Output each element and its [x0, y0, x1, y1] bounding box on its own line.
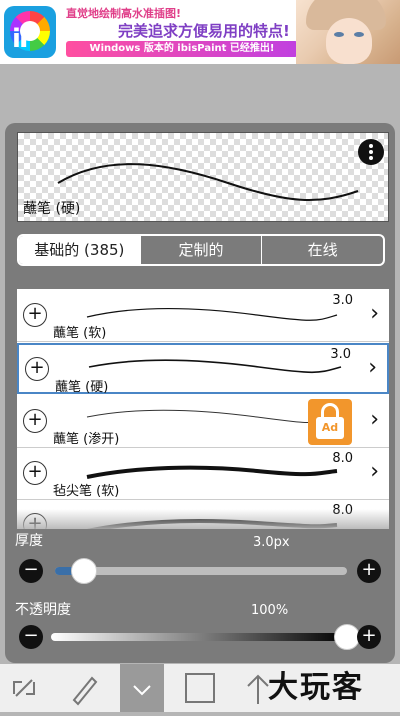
ad-windows-notice: Windows 版本的 ibisPaint 已经推出!: [66, 41, 298, 57]
brush-name: 毡尖笔 (软): [53, 484, 120, 499]
lock-label: Ad: [316, 417, 344, 439]
ad-headline: 直觉地绘制高水准插图!: [66, 7, 182, 20]
opacity-slider-track[interactable]: [51, 633, 347, 641]
thickness-slider-track[interactable]: [55, 567, 347, 575]
ibispaint-logo: iP: [4, 6, 56, 58]
opacity-increase-button[interactable]: +: [357, 625, 381, 649]
chevron-right-icon[interactable]: ›: [370, 461, 379, 483]
add-brush-icon[interactable]: +: [23, 409, 47, 433]
brush-row[interactable]: + 8.0 毡尖笔 (软) ›: [17, 449, 389, 500]
tab-basic[interactable]: 基础的 (385): [19, 236, 140, 264]
brush-size: 3.0: [330, 347, 351, 362]
transform-tool-icon[interactable]: [2, 664, 46, 712]
thickness-increase-button[interactable]: +: [357, 559, 381, 583]
add-brush-icon[interactable]: +: [25, 357, 49, 381]
opacity-decrease-button[interactable]: −: [19, 625, 43, 649]
thickness-label: 厚度: [15, 533, 43, 549]
watermark: 大玩客: [268, 670, 364, 705]
ad-unlock-icon[interactable]: Ad: [308, 399, 352, 445]
brush-category-tabs: 基础的 (385) 定制的 在线: [17, 234, 385, 266]
add-brush-icon[interactable]: +: [23, 461, 47, 485]
chevron-right-icon[interactable]: ›: [368, 357, 377, 379]
chevron-right-icon[interactable]: ›: [370, 409, 379, 431]
ad-tagline: 完美追求方便易用的特点!: [118, 22, 290, 40]
brush-stroke-sample: [88, 359, 342, 374]
logo-text: iP: [12, 24, 38, 54]
tab-online[interactable]: 在线: [261, 236, 383, 264]
brush-row-selected[interactable]: + 3.0 蘸笔 (硬) ›: [17, 343, 389, 395]
brush-settings-panel: 蘸笔 (硬) 基础的 (385) 定制的 在线 + 3.0 蘸笔 (软) › +…: [5, 123, 395, 663]
thickness-value: 3.0px: [253, 535, 290, 550]
brush-row[interactable]: + 3.0 蘸笔 (软) ›: [17, 291, 389, 342]
brush-name: 蘸笔 (硬): [55, 380, 109, 395]
brush-size: 8.0: [332, 451, 353, 466]
ad-banner[interactable]: iP 直觉地绘制高水准插图! 完美追求方便易用的特点! Windows 版本的 …: [0, 0, 400, 64]
collapse-panel-icon[interactable]: [120, 664, 164, 712]
tab-custom[interactable]: 定制的: [139, 236, 262, 264]
brush-name: 蘸笔 (软): [53, 326, 107, 341]
brush-stroke-sample: [86, 465, 338, 479]
chevron-right-icon[interactable]: ›: [370, 303, 379, 325]
brush-stroke-sample: [86, 307, 338, 321]
opacity-label: 不透明度: [15, 602, 71, 618]
color-swatch-icon[interactable]: [178, 664, 222, 712]
brush-size: 3.0: [332, 293, 353, 308]
brush-row[interactable]: + Ad 蘸笔 (渗开) ›: [17, 397, 389, 448]
more-options-icon[interactable]: [358, 139, 384, 165]
current-brush-name: 蘸笔 (硬): [23, 201, 81, 217]
thickness-decrease-button[interactable]: −: [19, 559, 43, 583]
ad-illustration: [296, 0, 400, 64]
brush-name: 蘸笔 (渗开): [53, 432, 120, 447]
opacity-value: 100%: [251, 603, 289, 618]
brush-preview: 蘸笔 (硬): [17, 132, 389, 222]
thickness-slider-thumb[interactable]: [71, 558, 98, 584]
brush-stroke-sample: [86, 409, 328, 423]
brush-list[interactable]: + 3.0 蘸笔 (软) › + 3.0 蘸笔 (硬) › + Ad 蘸笔 (渗…: [17, 289, 389, 529]
list-fade: [17, 509, 389, 529]
add-brush-icon[interactable]: +: [23, 303, 47, 327]
brush-tool-icon[interactable]: [62, 664, 106, 712]
